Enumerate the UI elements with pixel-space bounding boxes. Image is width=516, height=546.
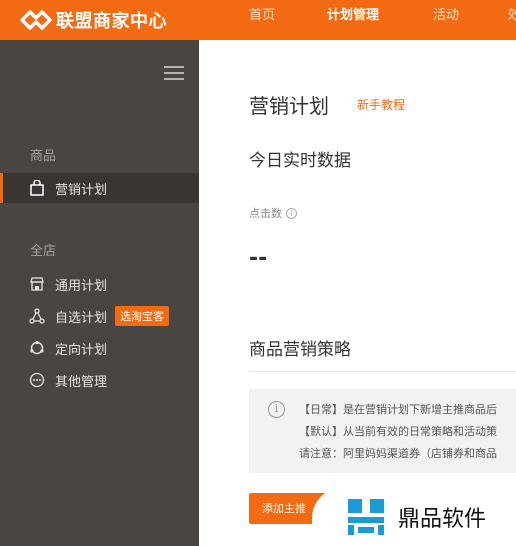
watermark: 鼎品软件	[312, 488, 516, 546]
sidebar: 商品 营销计划 全店 通用计划 自选计划 选淘宝客 定向计划 其他管理	[0, 40, 199, 546]
store-icon	[28, 275, 46, 293]
sidebar-item-other-management[interactable]: 其他管理	[0, 365, 199, 395]
strategy-title: 商品营销策略	[249, 340, 351, 360]
sidebar-item-custom-plan[interactable]: 自选计划 选淘宝客	[0, 301, 199, 331]
watermark-logo-icon	[348, 499, 384, 535]
info-icon[interactable]: i	[286, 207, 297, 219]
nodes-icon	[28, 307, 46, 325]
tutorial-link[interactable]: 新手教程	[357, 96, 405, 113]
clicks-label: 点击数	[249, 207, 282, 220]
nav-effect[interactable]: 效	[508, 0, 516, 40]
clicks-value: --	[249, 246, 268, 271]
sidebar-group-goods: 商品	[30, 149, 57, 164]
sidebar-item-general-plan[interactable]: 通用计划	[0, 269, 199, 299]
app-title: 联盟商家中心	[56, 11, 167, 32]
top-header: 联盟商家中心 首页 计划管理 活动 效	[0, 0, 516, 40]
shopping-bag-icon	[28, 179, 46, 197]
sidebar-item-label: 营销计划	[55, 182, 108, 198]
select-taobaoke-badge[interactable]: 选淘宝客	[115, 306, 170, 326]
logo-icon	[20, 10, 52, 30]
info-circle-icon: i	[268, 401, 285, 418]
main-content: 营销计划 新手教程 今日实时数据 点击数 i -- 商品营销策略 i 【日常】是…	[199, 40, 516, 546]
target-icon	[28, 339, 46, 357]
page-title: 营销计划	[249, 94, 329, 118]
sidebar-item-marketing-plan[interactable]: 营销计划	[0, 173, 199, 203]
section-divider	[249, 371, 516, 372]
notice-line-default: 【默认】从当前有效的日常策略和活动策	[299, 425, 497, 438]
more-icon	[28, 371, 46, 389]
sidebar-item-label: 其他管理	[55, 374, 108, 390]
app-logo[interactable]: 联盟商家中心	[20, 6, 167, 34]
nav-activity[interactable]: 活动	[433, 0, 459, 40]
clicks-metric-label: 点击数 i	[249, 205, 297, 221]
watermark-text: 鼎品软件	[398, 507, 487, 532]
realtime-data-title: 今日实时数据	[249, 151, 351, 171]
menu-toggle-icon[interactable]	[164, 66, 184, 80]
sidebar-item-targeted-plan[interactable]: 定向计划	[0, 333, 199, 363]
sidebar-item-label: 通用计划	[55, 278, 108, 294]
notice-line-warning: 请注意：阿里妈妈渠道券（店铺券和商品	[299, 447, 497, 460]
sidebar-item-label: 自选计划	[55, 310, 108, 326]
notice-line-daily: 【日常】是在营销计划下新增主推商品后	[299, 403, 497, 416]
nav-home[interactable]: 首页	[249, 0, 275, 40]
sidebar-group-store: 全店	[30, 244, 57, 259]
strategy-notice: i 【日常】是在营销计划下新增主推商品后 【默认】从当前有效的日常策略和活动策 …	[249, 389, 516, 473]
nav-plan-management[interactable]: 计划管理	[327, 0, 379, 40]
sidebar-item-label: 定向计划	[55, 342, 108, 358]
